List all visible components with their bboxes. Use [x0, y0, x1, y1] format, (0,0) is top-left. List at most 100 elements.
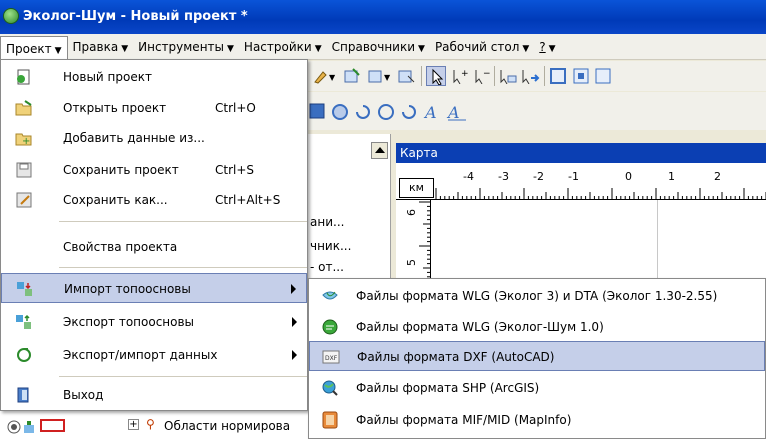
- text-edit-icon[interactable]: A: [446, 102, 468, 122]
- submenu-item-label: Файлы формата MIF/MID (MapInfo): [356, 413, 572, 427]
- menu-separator: [59, 221, 307, 222]
- ecolog-noise-icon: [322, 319, 338, 335]
- panel-partial-text: - от...: [310, 260, 344, 274]
- edit-layer-icon[interactable]: ▼: [368, 68, 394, 84]
- layer-tree-icon: [24, 421, 34, 433]
- exchange-data-icon: [17, 348, 31, 362]
- submenu-item-label: Файлы формата WLG (Эколог-Шум 1.0): [356, 320, 604, 334]
- svg-text:−: −: [483, 69, 491, 79]
- menu-item-save-as[interactable]: Сохранить как... Ctrl+Alt+S: [1, 185, 307, 215]
- layer-select-icon[interactable]: [398, 68, 416, 84]
- submenu-item-dxf[interactable]: DXF Файлы формата DXF (AutoCAD): [309, 341, 765, 371]
- add-layer-icon[interactable]: [344, 68, 362, 84]
- color-swatch[interactable]: [40, 419, 65, 432]
- menu-desktop[interactable]: Рабочий стол ▼: [430, 36, 534, 58]
- menu-item-import-topo[interactable]: Импорт топоосновы: [1, 273, 307, 303]
- menu-tools[interactable]: Инструменты ▼: [133, 36, 239, 58]
- import-topo-icon: [17, 282, 32, 296]
- chevron-down-icon: ▼: [522, 43, 530, 54]
- menu-item-label: Экспорт/импорт данных: [63, 348, 218, 362]
- import-topo-submenu: Файлы формата WLG (Эколог 3) и DTA (Экол…: [308, 278, 766, 439]
- toolbar-separator: [421, 66, 422, 86]
- menu-edit-label: Правка: [72, 39, 119, 54]
- menu-item-label: Свойства проекта: [63, 240, 178, 254]
- chevron-down-icon: ▼: [227, 43, 234, 54]
- menu-item-add-data[interactable]: + Добавить данные из...: [1, 123, 307, 153]
- submenu-item-mif-mid[interactable]: Файлы формата MIF/MID (MapInfo): [309, 405, 765, 435]
- tree-row[interactable]: + ⚲ Области нормирова: [0, 414, 308, 439]
- panel-partial-text: чник...: [310, 239, 352, 253]
- menu-item-label: Сохранить проект: [63, 163, 179, 177]
- menu-settings[interactable]: Настройки ▼: [239, 36, 327, 58]
- toolbar-separator: [544, 66, 545, 86]
- export-topo-icon: [16, 314, 31, 329]
- svg-text:+: +: [461, 69, 469, 79]
- menu-item-export-topo[interactable]: Экспорт топоосновы: [1, 307, 307, 337]
- pointer-remove-icon[interactable]: −: [472, 68, 492, 84]
- menu-item-project-properties[interactable]: Свойства проекта: [1, 232, 307, 262]
- submenu-item-wlg-noise[interactable]: Файлы формата WLG (Эколог-Шум 1.0): [309, 312, 765, 342]
- submenu-item-wlg-dta[interactable]: Файлы формата WLG (Эколог 3) и DTA (Экол…: [309, 281, 765, 311]
- pointer-add-icon[interactable]: +: [450, 68, 470, 84]
- menu-references[interactable]: Справочники ▼: [327, 36, 430, 58]
- text-tool-icon[interactable]: A: [423, 102, 441, 122]
- arc-tool-icon[interactable]: [354, 103, 372, 121]
- circle-outline-icon[interactable]: [377, 103, 395, 121]
- top-ruler: [396, 163, 766, 200]
- menu-item-label: Экспорт топоосновы: [63, 315, 195, 329]
- add-data-icon: +: [15, 133, 32, 146]
- scroll-up-button[interactable]: [371, 142, 388, 159]
- svg-text:▼: ▼: [384, 73, 391, 82]
- menu-desktop-label: Рабочий стол: [434, 39, 520, 54]
- toolbar-separator: [494, 66, 495, 86]
- panel-partial-text: ани...: [310, 215, 345, 229]
- menu-item-new-project[interactable]: Новый проект: [1, 62, 307, 92]
- chevron-down-icon: ▼: [418, 43, 425, 54]
- pointer-tool-icon[interactable]: [426, 66, 446, 86]
- frame-inner-icon[interactable]: [572, 67, 592, 85]
- menu-project-label: Проект: [6, 41, 52, 56]
- expand-icon[interactable]: +: [128, 419, 139, 430]
- menu-help[interactable]: ? ▼: [534, 36, 560, 58]
- submenu-item-shp[interactable]: Файлы формата SHP (ArcGIS): [309, 373, 765, 403]
- menu-item-label: Новый проект: [63, 70, 152, 84]
- submenu-item-label: Файлы формата WLG (Эколог 3) и DTA (Экол…: [356, 289, 718, 303]
- menu-item-exchange-data[interactable]: Экспорт/импорт данных: [1, 340, 307, 370]
- submenu-item-label: Файлы формата SHP (ArcGIS): [356, 381, 540, 395]
- ruler-label: 6: [405, 209, 418, 216]
- menu-bar: Проект ▼ Правка ▼ Инструменты ▼ Настройки ▼ …: [0, 34, 766, 62]
- frame-copy-icon[interactable]: [594, 67, 614, 85]
- exit-door-icon: [17, 387, 29, 403]
- window-title: Эколог-Шум - Новый проект *: [23, 9, 248, 24]
- select-objects-icon[interactable]: [498, 68, 518, 84]
- select-move-icon[interactable]: [520, 68, 540, 84]
- tree-item-label: Области нормирова: [164, 419, 291, 433]
- ruler-label: 5: [405, 259, 418, 266]
- menu-help-label: ?: [539, 39, 546, 54]
- eye-icon[interactable]: [6, 419, 22, 435]
- polygon-tool-icon[interactable]: [309, 103, 325, 119]
- menu-item-label: Сохранить как...: [63, 193, 168, 207]
- menu-separator: [59, 267, 307, 268]
- pencil-tool-icon[interactable]: ▼: [313, 68, 337, 84]
- ruler-label: 2: [714, 170, 721, 183]
- menu-separator: [59, 376, 307, 377]
- frame-icon[interactable]: [549, 67, 569, 85]
- new-project-icon: [17, 69, 30, 85]
- menu-item-open-project[interactable]: Открыть проект Ctrl+O: [1, 93, 307, 123]
- shortcut-text: Ctrl+S: [215, 163, 255, 177]
- menu-item-exit[interactable]: Выход: [1, 380, 307, 410]
- shortcut-text: Ctrl+Alt+S: [215, 193, 281, 207]
- ruler-label: -1: [568, 170, 579, 183]
- ruler-label: 1: [668, 170, 675, 183]
- app-logo-icon: [3, 8, 19, 24]
- map-window-title: Карта: [396, 143, 766, 163]
- arc-outline-icon[interactable]: [400, 103, 418, 121]
- top-ruler-ticks: [435, 188, 766, 200]
- menu-edit[interactable]: Правка ▼: [68, 36, 134, 58]
- circle-tool-icon[interactable]: [331, 103, 349, 121]
- menu-settings-label: Настройки: [243, 39, 312, 54]
- menu-item-save-project[interactable]: Сохранить проект Ctrl+S: [1, 155, 307, 185]
- ruler-label: -3: [498, 170, 509, 183]
- menu-project[interactable]: Проект ▼: [0, 35, 68, 62]
